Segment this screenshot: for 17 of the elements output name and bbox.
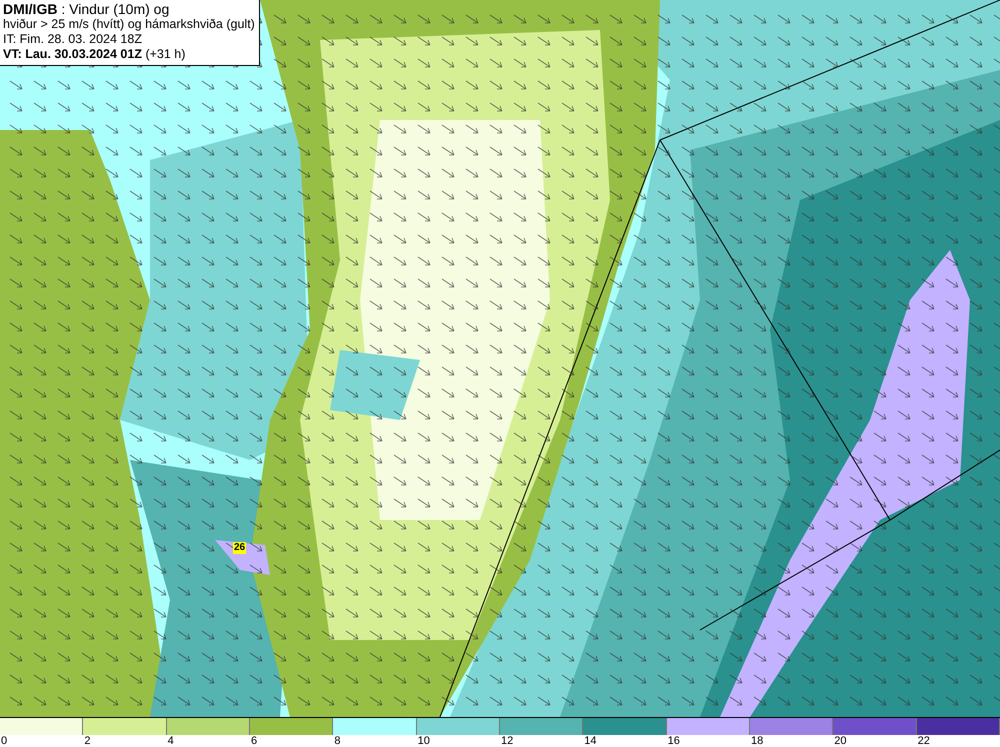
legend-label: 10 [416,735,430,747]
legend-label: 8 [333,735,340,747]
legend-label: 22 [916,735,930,747]
legend-label: 18 [750,735,764,747]
header-text: DMI/IGB : Vindur (10m) og [3,2,170,17]
header-text: hviður > 25 m/s (hvítt) og hámarkshviða (gult) [3,17,255,32]
legend-label: 12 [500,735,514,747]
legend-label: 0 [0,735,8,747]
legend-label: 14 [583,735,597,747]
legend-label: 6 [250,735,258,747]
gust-label: 26 [233,542,246,554]
header-text: IT: Fim. 28. 03. 2024 18Z [3,32,143,47]
legend-label: 20 [833,735,847,747]
legend-label: 4 [166,735,174,747]
header-text: VT: Lau. 30.03.2024 01Z (+31 h) [3,47,186,62]
legend-label: 16 [666,735,680,747]
legend-label: 2 [83,735,90,747]
